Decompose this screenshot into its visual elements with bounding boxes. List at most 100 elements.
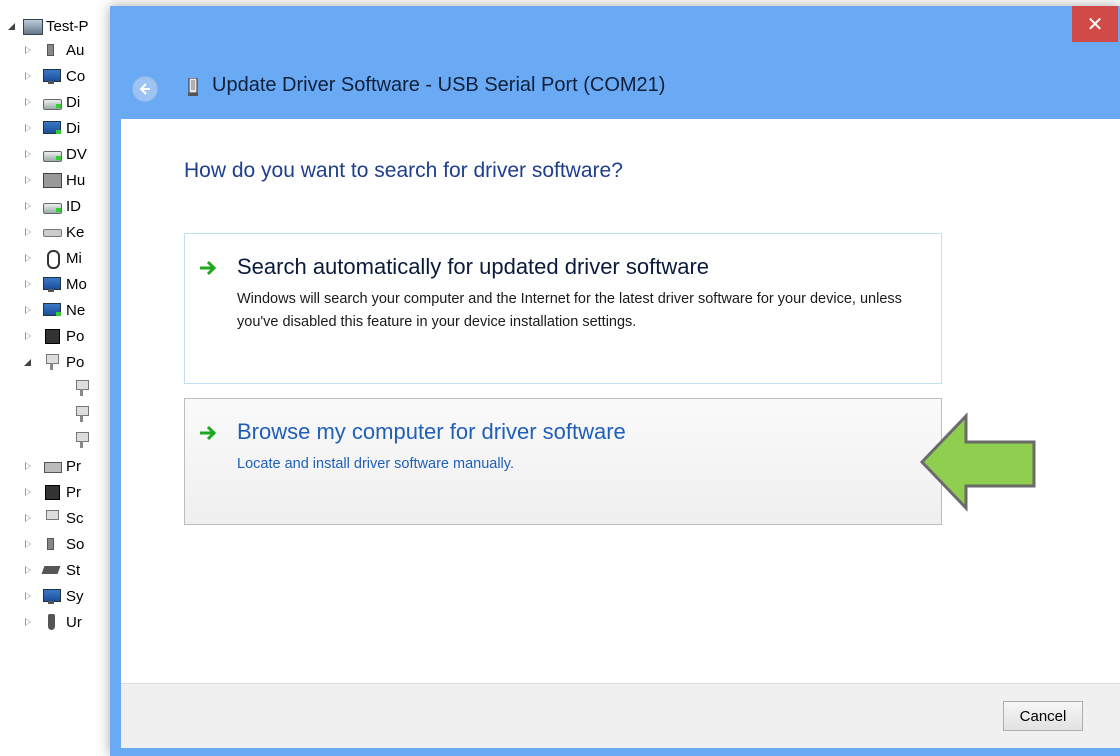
dialog-content: How do you want to search for driver sof… xyxy=(121,119,1120,683)
tree-item-label: Di xyxy=(66,119,81,137)
device-manager-tree: Test-P Au Co Di Di DV Hu ID Ke Mi Mo Ne Po Po Pr Pr Sc S… xyxy=(0,0,118,756)
keyboard-icon xyxy=(42,223,62,241)
tree-item-label: So xyxy=(66,535,85,553)
expand-arrow-icon[interactable] xyxy=(22,174,34,186)
tree-item-label: Po xyxy=(66,327,85,345)
tree-item-label: Sc xyxy=(66,509,84,527)
expand-arrow-icon[interactable] xyxy=(22,122,34,134)
tree-item-label: Ur xyxy=(66,613,82,631)
tree-category-item[interactable]: Po xyxy=(22,324,84,348)
tree-item-label: Au xyxy=(66,41,85,59)
disk-drive-icon xyxy=(42,93,62,111)
dvd-drive-icon xyxy=(42,145,62,163)
expand-arrow-icon[interactable] xyxy=(22,278,34,290)
tree-category-item[interactable]: Co xyxy=(22,64,85,88)
tree-item-label: Di xyxy=(66,93,81,111)
green-arrow-icon xyxy=(200,260,217,276)
tree-category-item[interactable]: Sy xyxy=(22,584,84,608)
expand-arrow-icon[interactable] xyxy=(22,486,34,498)
expand-arrow-icon[interactable] xyxy=(22,148,34,160)
sound-icon xyxy=(42,535,62,553)
tree-category-item[interactable]: Pr xyxy=(22,480,81,504)
tree-category-item[interactable]: Ur xyxy=(22,610,82,634)
tree-item-label: Hu xyxy=(66,171,86,189)
software-device-icon xyxy=(42,509,62,527)
collapse-arrow-icon[interactable] xyxy=(22,356,34,368)
tree-category-item[interactable]: Pr xyxy=(22,454,81,478)
tree-item-label: Ke xyxy=(66,223,85,241)
tree-category-item[interactable]: Mo xyxy=(22,272,87,296)
update-driver-dialog: ✕ Update Driver Software - USB Serial Po… xyxy=(110,6,1120,756)
system-device-icon xyxy=(42,587,62,605)
tree-root[interactable]: Test-P xyxy=(6,14,89,38)
collapse-arrow-icon[interactable] xyxy=(6,20,18,32)
tree-category-item[interactable]: Au xyxy=(22,38,84,62)
tree-item-label: Ne xyxy=(66,301,86,319)
usb-icon xyxy=(42,613,62,631)
expand-arrow-icon[interactable] xyxy=(22,70,34,82)
expand-arrow-icon[interactable] xyxy=(22,226,34,238)
tree-child-item[interactable] xyxy=(64,428,96,452)
tree-category-item[interactable]: Ke xyxy=(22,220,84,244)
processor-icon xyxy=(42,483,62,501)
tree-item-label: Mi xyxy=(66,249,82,267)
expand-arrow-icon[interactable] xyxy=(22,538,34,550)
speaker-icon xyxy=(42,41,62,59)
printer-icon xyxy=(42,457,62,475)
tree-item-label: Pr xyxy=(66,457,81,475)
tree-item-label: Po xyxy=(66,353,85,371)
option-title: Search automatically for updated driver … xyxy=(237,254,710,279)
tree-root-label: Test-P xyxy=(46,17,89,35)
tree-category-item[interactable]: Di xyxy=(22,116,80,140)
port-icon xyxy=(72,379,92,397)
expand-arrow-icon[interactable] xyxy=(22,512,34,524)
green-arrow-icon xyxy=(200,425,217,441)
annotation-arrow-icon xyxy=(919,412,1036,512)
expand-arrow-icon[interactable] xyxy=(22,252,34,264)
port-icon xyxy=(72,431,92,449)
cancel-button[interactable]: Cancel xyxy=(1003,701,1083,731)
expand-arrow-icon[interactable] xyxy=(22,44,34,56)
expand-arrow-icon[interactable] xyxy=(22,200,34,212)
tree-category-item[interactable]: Di xyxy=(22,90,80,114)
tree-item-label: Sy xyxy=(66,587,84,605)
computer-icon xyxy=(22,17,43,35)
expand-arrow-icon[interactable] xyxy=(22,304,34,316)
expand-arrow-icon[interactable] xyxy=(22,460,34,472)
browse-computer-option[interactable]: Browse my computer for driver software L… xyxy=(184,398,942,525)
search-automatically-option[interactable]: Search automatically for updated driver … xyxy=(184,233,942,384)
tree-category-item[interactable]: DV xyxy=(22,142,87,166)
close-button[interactable]: ✕ xyxy=(1072,6,1118,42)
expand-arrow-icon[interactable] xyxy=(22,590,34,602)
usb-serial-device-icon xyxy=(188,78,198,96)
tree-category-item[interactable]: Sc xyxy=(22,506,84,530)
expand-arrow-icon[interactable] xyxy=(22,616,34,628)
question-heading: How do you want to search for driver sof… xyxy=(184,159,623,182)
tree-child-item[interactable] xyxy=(64,402,96,426)
tree-category-item[interactable]: So xyxy=(22,532,84,556)
expand-arrow-icon[interactable] xyxy=(22,564,34,576)
tree-category-item[interactable]: Mi xyxy=(22,246,82,270)
tree-item-label: St xyxy=(66,561,81,579)
ide-controller-icon xyxy=(42,197,62,215)
hid-icon xyxy=(42,171,62,189)
tree-item-label: Pr xyxy=(66,483,81,501)
computer-icon xyxy=(42,67,62,85)
back-button[interactable] xyxy=(132,76,158,102)
tree-category-item[interactable]: ID xyxy=(22,194,81,218)
tree-category-item[interactable]: St xyxy=(22,558,80,582)
storage-controller-icon xyxy=(41,561,62,579)
expand-arrow-icon[interactable] xyxy=(22,96,34,108)
network-adapter-icon xyxy=(42,301,62,319)
portable-device-icon xyxy=(42,327,62,345)
tree-item-label: DV xyxy=(66,145,87,163)
monitor-icon xyxy=(42,275,62,293)
option-description: Locate and install driver software manua… xyxy=(237,456,514,472)
expand-arrow-icon[interactable] xyxy=(22,330,34,342)
option-description: Windows will search your computer and th… xyxy=(237,291,902,330)
back-arrow-icon xyxy=(139,83,150,95)
tree-category-item[interactable]: Hu xyxy=(22,168,85,192)
tree-category-item[interactable]: Po xyxy=(22,350,84,374)
tree-category-item[interactable]: Ne xyxy=(22,298,85,322)
tree-child-item[interactable] xyxy=(64,376,96,400)
